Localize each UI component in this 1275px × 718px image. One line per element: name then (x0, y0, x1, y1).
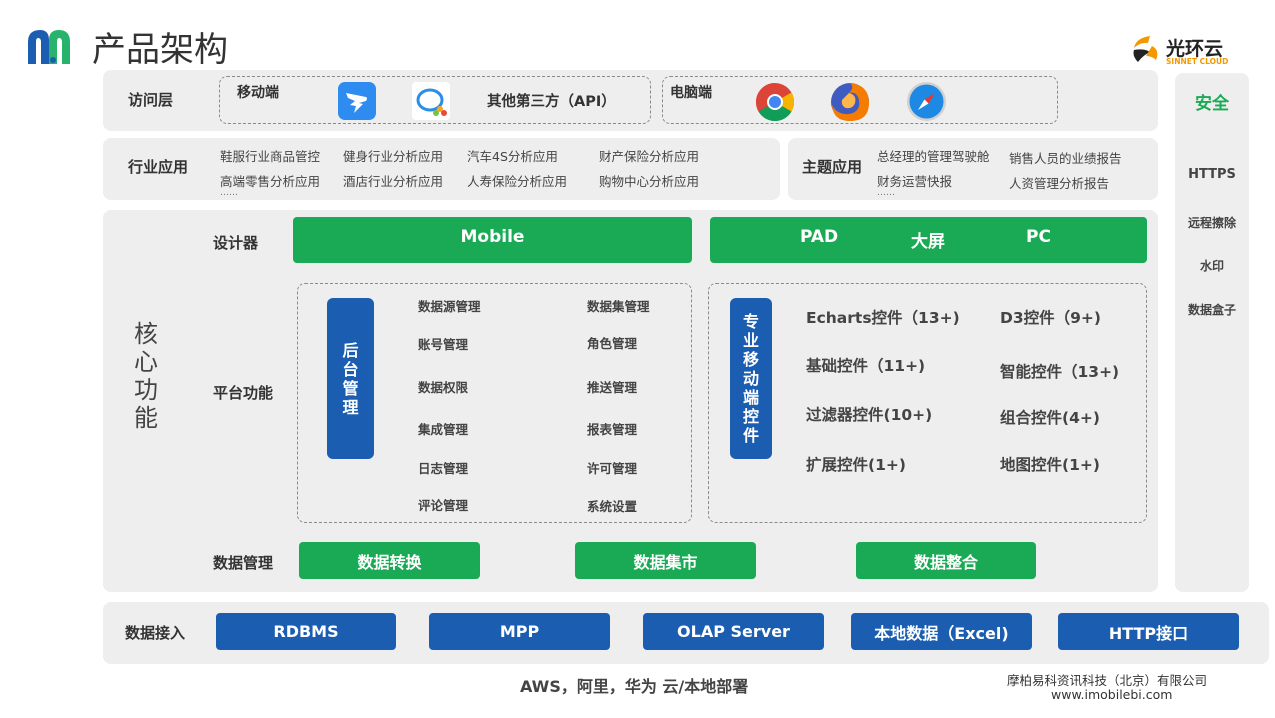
widget-item: 基础控件（11+) (806, 357, 926, 375)
widget-item: 过滤器控件(10+) (806, 406, 933, 424)
chrome-icon (755, 82, 795, 122)
local-excel-button: 本地数据（Excel) (851, 613, 1032, 650)
third-party-api-label: 其他第三方（API） (487, 94, 616, 110)
security-item-https: HTTPS (1188, 167, 1236, 182)
backend-item: 评论管理 (418, 498, 469, 513)
widget-item: 组合控件(4+) (1000, 409, 1100, 427)
theme-ellipsis: …… (877, 188, 895, 198)
theme-item: 销售人员的业绩报告 (1009, 151, 1122, 166)
safari-icon (907, 82, 946, 121)
industry-item: 鞋服行业商品管控 (220, 149, 321, 164)
deployment-note: AWS，阿里，华为 云/本地部署 (520, 677, 749, 696)
page-title: 产品架构 (92, 30, 228, 70)
backend-item: 数据源管理 (418, 299, 481, 314)
designer-mobile-button: Mobile (293, 217, 692, 263)
industry-item: 财产保险分析应用 (599, 149, 700, 164)
mpp-button: MPP (429, 613, 610, 650)
data-management-label: 数据管理 (213, 554, 274, 572)
security-item-watermark: 水印 (1199, 259, 1224, 273)
widget-item: 地图控件(1+) (1000, 456, 1100, 474)
company-website: www.imobilebi.com (1051, 687, 1173, 702)
theme-item: 人资管理分析报告 (1009, 176, 1110, 191)
data-mart-button: 数据集市 (575, 542, 756, 579)
industry-item: 人寿保险分析应用 (467, 174, 568, 189)
imobile-logo-icon (28, 30, 70, 64)
backend-item: 许可管理 (587, 461, 638, 476)
backend-item: 日志管理 (418, 461, 469, 476)
security-item-remote-wipe: 远程擦除 (1187, 216, 1236, 230)
mobile-controls-label: 专业移动端控件 (730, 298, 772, 459)
data-transform-button: 数据转换 (299, 542, 480, 579)
http-interface-button: HTTP接口 (1058, 613, 1239, 650)
backend-item: 推送管理 (587, 380, 638, 395)
security-band (1175, 73, 1249, 592)
industry-item: 购物中心分析应用 (599, 174, 700, 189)
backend-item: 账号管理 (418, 337, 469, 352)
industry-item: 酒店行业分析应用 (343, 174, 444, 189)
core-function-label: 核心功能 (134, 320, 158, 432)
wechat-work-icon (412, 82, 450, 120)
industry-ellipsis: …… (220, 188, 238, 198)
backend-item: 报表管理 (587, 422, 638, 437)
backend-item: 系统设置 (587, 499, 638, 514)
data-access-label: 数据接入 (125, 624, 186, 642)
sinnet-cloud-logo-icon (1133, 36, 1158, 62)
industry-item: 健身行业分析应用 (343, 149, 444, 164)
widget-item: Echarts控件（13+) (806, 309, 960, 327)
theme-app-label: 主题应用 (802, 158, 863, 176)
access-layer-label: 访问层 (128, 91, 174, 109)
pc-access-label: 电脑端 (670, 85, 712, 101)
security-label: 安全 (1195, 94, 1229, 114)
widget-item: 扩展控件(1+) (806, 456, 906, 474)
industry-item: 汽车4S分析应用 (467, 149, 558, 164)
dingtalk-icon (338, 82, 376, 120)
backend-item: 集成管理 (418, 422, 469, 437)
designer-label: 设计器 (213, 234, 259, 252)
theme-item: 总经理的管理驾驶舱 (877, 149, 990, 164)
widget-item: 智能控件（13+) (1000, 363, 1120, 381)
security-item-data-box: 数据盒子 (1187, 303, 1236, 317)
backend-item: 数据集管理 (587, 299, 650, 314)
rdbms-button: RDBMS (216, 613, 396, 650)
backend-item: 数据权限 (418, 380, 469, 395)
firefox-icon (831, 83, 869, 121)
designer-pad-label: PAD (800, 227, 839, 247)
data-integration-button: 数据整合 (856, 542, 1036, 579)
brand-subtitle: SINNET CLOUD (1166, 57, 1229, 66)
industry-app-label: 行业应用 (128, 158, 189, 176)
mobile-access-label: 移动端 (237, 85, 279, 101)
designer-bigscreen-label: 大屏 (911, 232, 945, 252)
olap-server-button: OLAP Server (643, 613, 824, 650)
backend-item: 角色管理 (587, 336, 638, 351)
designer-pc-label: PC (1026, 227, 1051, 247)
widget-item: D3控件（9+) (1000, 309, 1102, 327)
platform-function-label: 平台功能 (213, 384, 274, 402)
backend-management-label: 后台管理 (327, 298, 374, 459)
